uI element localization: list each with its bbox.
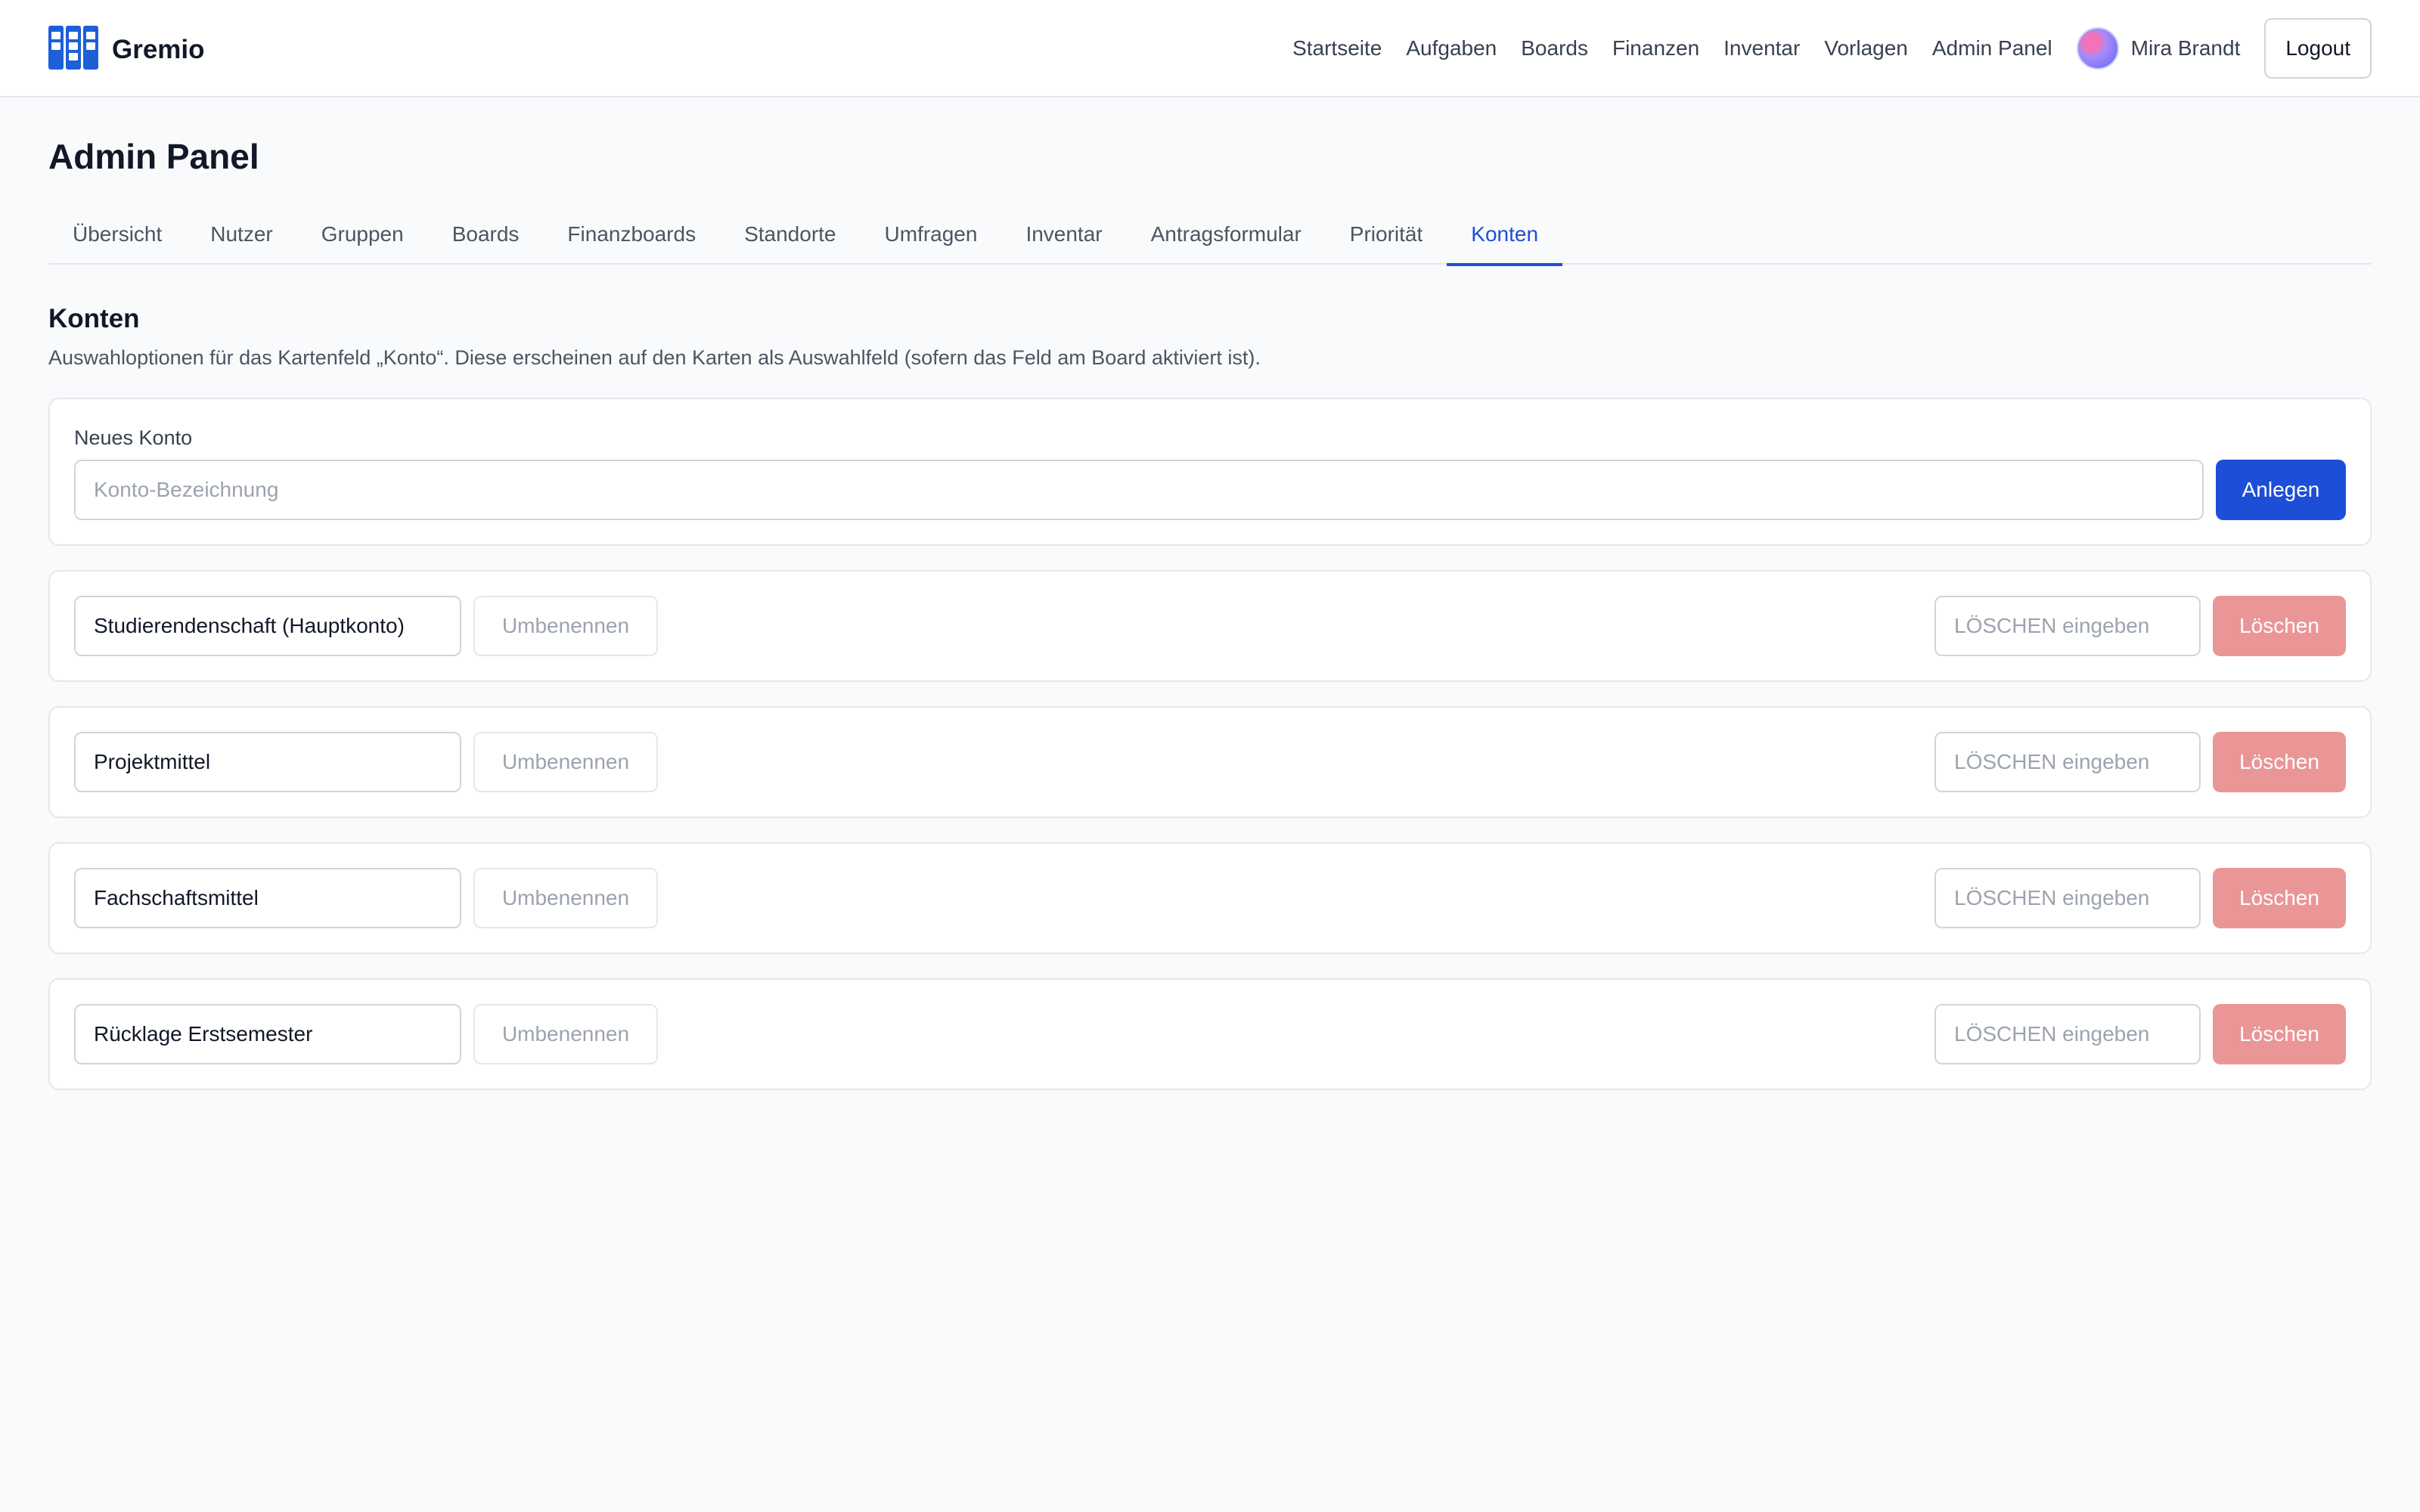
tab-konten[interactable]: Konten — [1447, 204, 1562, 266]
nav-link-vorlagen[interactable]: Vorlagen — [1824, 36, 1908, 60]
avatar — [2076, 27, 2119, 70]
nav-link-startseite[interactable]: Startseite — [1292, 36, 1382, 60]
tab-prioritaet[interactable]: Priorität — [1326, 204, 1447, 265]
brand[interactable]: Gremio — [48, 26, 205, 73]
section-title: Konten — [48, 304, 140, 333]
account-name-input[interactable] — [74, 868, 461, 928]
section-description: Auswahloptionen für das Kartenfeld „Kont… — [48, 346, 1261, 369]
delete-button[interactable]: Löschen — [2213, 868, 2346, 928]
delete-confirm-input[interactable] — [1934, 1004, 2201, 1064]
account-row: Umbenennen Löschen — [48, 706, 2372, 818]
nav-link-boards[interactable]: Boards — [1521, 36, 1588, 60]
nav-link-admin-panel[interactable]: Admin Panel — [1932, 36, 2052, 60]
tab-uebersicht[interactable]: Übersicht — [48, 204, 186, 265]
main-nav: Startseite Aufgaben Boards Finanzen Inve… — [1292, 18, 2372, 79]
create-account-button[interactable]: Anlegen — [2216, 460, 2346, 520]
delete-confirm-input[interactable] — [1934, 732, 2201, 792]
nav-link-aufgaben[interactable]: Aufgaben — [1406, 36, 1497, 60]
rename-button[interactable]: Umbenennen — [473, 1004, 658, 1064]
account-row: Umbenennen Löschen — [48, 570, 2372, 682]
account-row: Umbenennen Löschen — [48, 978, 2372, 1090]
nav-link-inventar[interactable]: Inventar — [1723, 36, 1800, 60]
rename-button[interactable]: Umbenennen — [473, 596, 658, 656]
page-title: Admin Panel — [48, 137, 259, 176]
app-name: Gremio — [112, 34, 205, 64]
account-row: Umbenennen Löschen — [48, 842, 2372, 954]
kanban-board-icon — [48, 26, 98, 73]
rename-button[interactable]: Umbenennen — [473, 868, 658, 928]
delete-button[interactable]: Löschen — [2213, 596, 2346, 656]
account-name-input[interactable] — [74, 732, 461, 792]
user-menu[interactable]: Mira Brandt — [2076, 27, 2241, 70]
delete-button[interactable]: Löschen — [2213, 732, 2346, 792]
account-name-input[interactable] — [74, 596, 461, 656]
rename-button[interactable]: Umbenennen — [473, 732, 658, 792]
user-name: Mira Brandt — [2130, 36, 2241, 60]
tab-inventar[interactable]: Inventar — [1001, 204, 1126, 265]
tab-nutzer[interactable]: Nutzer — [186, 204, 296, 265]
tab-standorte[interactable]: Standorte — [720, 204, 860, 265]
new-account-card: Neues Konto Anlegen — [48, 398, 2372, 546]
top-navigation-bar: Gremio Startseite Aufgaben Boards Finanz… — [0, 0, 2420, 98]
tab-finanzboards[interactable]: Finanzboards — [543, 204, 720, 265]
delete-confirm-input[interactable] — [1934, 596, 2201, 656]
account-name-input[interactable] — [74, 1004, 461, 1064]
nav-link-finanzen[interactable]: Finanzen — [1612, 36, 1699, 60]
admin-tabs: Übersicht Nutzer Gruppen Boards Finanzbo… — [48, 204, 2372, 266]
tab-boards[interactable]: Boards — [428, 204, 544, 265]
tab-antragsformular[interactable]: Antragsformular — [1127, 204, 1326, 265]
logout-button[interactable]: Logout — [2264, 18, 2372, 79]
tab-umfragen[interactable]: Umfragen — [861, 204, 1002, 265]
delete-confirm-input[interactable] — [1934, 868, 2201, 928]
delete-button[interactable]: Löschen — [2213, 1004, 2346, 1064]
new-account-input[interactable] — [74, 460, 2204, 520]
new-account-label: Neues Konto — [74, 426, 193, 449]
tab-gruppen[interactable]: Gruppen — [297, 204, 428, 265]
